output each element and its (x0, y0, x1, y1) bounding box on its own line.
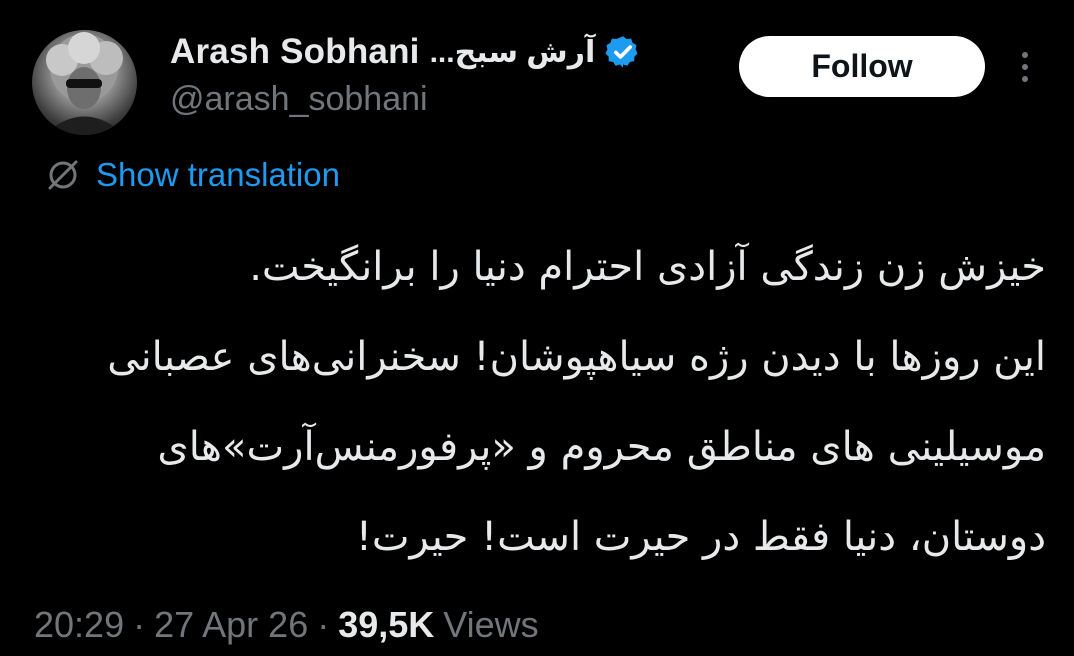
meta-separator: · (317, 604, 330, 645)
tweet-text-line: این روزها با دیدن رژه سیاهپوشان! سخنرانی… (107, 334, 1046, 380)
tweet-text-line: خیزش زن زندگی آزادی احترام دنیا را برانگ… (249, 244, 1046, 290)
more-options-icon[interactable] (1010, 46, 1040, 88)
tweet-text: خیزش زن زندگی آزادی احترام دنیا را برانگ… (36, 222, 1046, 582)
meta-separator: · (133, 604, 146, 645)
show-translation-label[interactable]: Show translation (96, 156, 340, 194)
tweet-date[interactable]: 27 Apr 26 (154, 604, 308, 646)
author-display-name[interactable]: Arash Sobhani (170, 32, 420, 72)
tweet-text-line: دوستان، دنیا فقط در حیرت است! حیرت! (355, 514, 1046, 560)
views-count[interactable]: 39,5K (338, 604, 434, 646)
show-translation-link[interactable]: Show translation (44, 152, 340, 198)
translate-icon (44, 156, 82, 194)
tweet-text-line: موسیلینی های مناطق محروم و «پرفورمنس‌آرت… (157, 424, 1046, 470)
tweet-time[interactable]: 20:29 (34, 604, 124, 646)
tweet-meta: 20:29 · 27 Apr 26 · 39,5K Views (34, 600, 539, 650)
verified-badge-icon (605, 34, 641, 70)
avatar[interactable] (32, 30, 137, 135)
follow-button[interactable]: Follow (739, 36, 985, 97)
author-handle[interactable]: @arash_sobhani (170, 80, 428, 119)
author-name-row[interactable]: Arash Sobhani آرش سبح... (170, 30, 641, 74)
views-label: Views (443, 604, 539, 645)
author-display-name-fa[interactable]: آرش سبح... (430, 35, 596, 70)
